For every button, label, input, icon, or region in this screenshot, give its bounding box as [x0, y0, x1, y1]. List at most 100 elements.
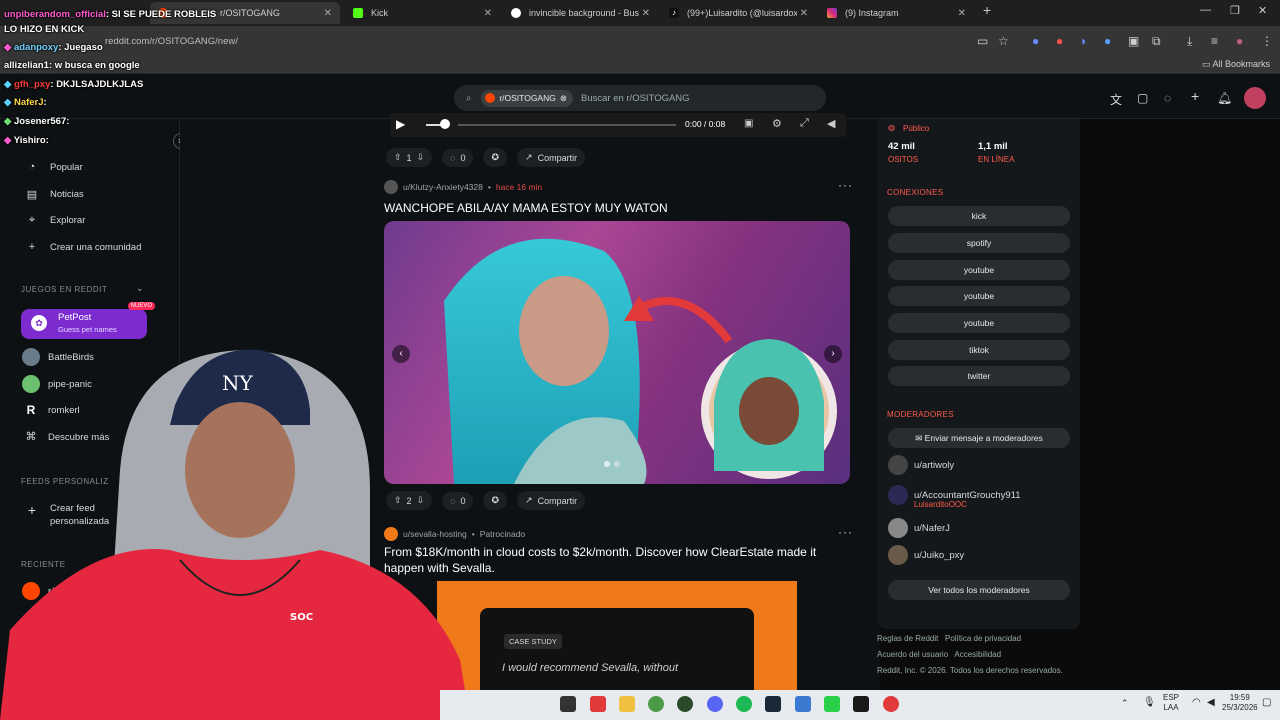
link-youtube[interactable]: youtube — [888, 286, 1070, 306]
app-icon[interactable] — [795, 696, 811, 712]
wifi-icon[interactable]: ◠ — [1192, 697, 1201, 708]
create-post-icon[interactable]: + — [1191, 88, 1199, 104]
app-icon[interactable] — [590, 696, 606, 712]
post-title[interactable]: WANCHOPE ABILA/AY MAMA ESTOY MUY WATON — [384, 201, 668, 215]
download-icon[interactable]: ⤓ — [1187, 34, 1192, 49]
search-placeholder: Buscar en r/OSITOGANG — [580, 92, 690, 104]
settings-icon[interactable]: ⚙ — [772, 117, 782, 130]
moderator-item[interactable]: u/NaferJ — [888, 518, 950, 538]
all-bookmarks[interactable]: ▭ All Bookmarks — [1202, 59, 1270, 70]
chat-icon[interactable]: ◌ — [1164, 91, 1171, 105]
volume-icon[interactable]: ◀ — [1207, 697, 1215, 708]
link-spotify[interactable]: spotify — [888, 233, 1070, 253]
app-icon[interactable] — [824, 696, 840, 712]
tab-instagram[interactable]: (9) Instagram ✕ — [819, 2, 974, 24]
post-author[interactable]: u/Klutzy-Anxiety4328 — [403, 182, 483, 192]
play-icon[interactable]: ▶ — [396, 117, 405, 131]
bell-icon[interactable]: 🔔︎ — [1217, 91, 1232, 105]
spotify-icon[interactable] — [736, 696, 752, 712]
extension-icon[interactable]: ● — [1104, 34, 1111, 48]
puzzle-icon[interactable]: ⧉ — [1152, 34, 1161, 49]
chevron-up-icon[interactable]: ⌃ — [1121, 698, 1129, 709]
extension-icon[interactable]: ▣ — [1128, 34, 1139, 48]
extension-icon[interactable]: ● — [1056, 34, 1063, 48]
tab-tiktok[interactable]: ♪ (99+)Luisardito (@luisardox) | T ✕ — [661, 2, 816, 24]
link-tiktok[interactable]: tiktok — [888, 340, 1070, 360]
chevron-down-icon[interactable]: ⌄ — [136, 283, 144, 294]
carousel-next-icon[interactable]: › — [824, 345, 842, 363]
moderator-item[interactable]: u/Juiko_pxy — [888, 545, 964, 565]
volume-icon[interactable]: ◀ — [827, 117, 835, 130]
close-window-icon[interactable]: ✕ — [1258, 4, 1267, 17]
more-options-icon[interactable]: ··· — [838, 178, 853, 192]
mic-icon[interactable]: 🎙︎ — [1143, 697, 1156, 708]
nav-popular[interactable]: ◔ Popular — [26, 161, 83, 173]
fullscreen-icon[interactable]: ⤢ — [800, 117, 809, 130]
footer-link[interactable]: Accesibilidad — [954, 650, 1001, 659]
video-player-controls[interactable]: ▶ 0:00 / 0:08 ▣ ⚙ ⤢ ◀ — [390, 113, 846, 137]
captions-icon[interactable]: ▣ — [744, 118, 753, 129]
profile-icon[interactable]: ● — [1236, 34, 1243, 48]
terminal-icon[interactable] — [853, 696, 869, 712]
avatar[interactable] — [1244, 87, 1266, 109]
link-youtube[interactable]: youtube — [888, 260, 1070, 280]
translate-icon[interactable]: 文 — [1110, 91, 1122, 108]
notification-icon[interactable]: ▢ — [1262, 697, 1271, 708]
share-button[interactable]: ↗ Compartir — [517, 148, 586, 167]
link-twitter[interactable]: twitter — [888, 366, 1070, 386]
folder-icon[interactable] — [619, 696, 635, 712]
seek-bar[interactable] — [458, 124, 676, 126]
menu-icon[interactable]: ⋮ — [1261, 34, 1273, 48]
footer-link[interactable]: Acuerdo del usuario — [877, 650, 948, 659]
message-mods-button[interactable]: ✉ Enviar mensaje a moderadores — [888, 428, 1070, 448]
link-youtube[interactable]: youtube — [888, 313, 1070, 333]
volume-handle[interactable] — [440, 119, 450, 129]
close-icon[interactable]: ✕ — [484, 8, 492, 19]
search-bar[interactable]: ⌕ r/OSITOGANG ⊗ Buscar en r/OSITOGANG — [454, 85, 826, 111]
award-button[interactable]: ✪ — [483, 148, 508, 167]
extension-icon[interactable]: ● — [1032, 34, 1039, 48]
view-all-mods-button[interactable]: Ver todos los moderadores — [888, 580, 1070, 600]
footer-link[interactable]: Política de privacidad — [945, 634, 1021, 643]
new-tab-icon[interactable]: + — [983, 2, 991, 18]
chrome-icon[interactable] — [648, 696, 664, 712]
moderator-item[interactable]: u/artiwoly — [888, 455, 954, 475]
steam-icon[interactable] — [765, 696, 781, 712]
footer-link[interactable]: Reglas de Reddit — [877, 634, 938, 643]
chip-remove-icon[interactable]: ⊗ — [560, 93, 567, 104]
more-options-icon[interactable]: ··· — [838, 525, 853, 539]
downvote-icon[interactable]: ⇩ — [417, 152, 425, 163]
media-icon[interactable]: ≡ — [1211, 34, 1218, 48]
app-icon[interactable] — [560, 696, 576, 712]
language-indicator[interactable]: ESP LAA — [1163, 693, 1179, 713]
nav-news[interactable]: ▤ Noticias — [26, 188, 84, 201]
clock[interactable]: 19:59 25/3/2026 — [1222, 693, 1258, 713]
app-icon[interactable] — [677, 696, 693, 712]
discord-icon[interactable] — [707, 696, 723, 712]
extension-icon[interactable]: ◗ — [1080, 34, 1087, 48]
star-icon[interactable]: ☆ — [998, 34, 1009, 48]
ad-image[interactable]: CASE STUDY I would recommend Sevalla, wi… — [437, 581, 797, 691]
nav-create-community[interactable]: + Crear una comunidad — [26, 241, 142, 253]
comments-button[interactable]: ◌ 0 — [442, 148, 474, 167]
upvote-icon[interactable]: ⇧ — [394, 152, 402, 163]
restore-icon[interactable]: ❐ — [1230, 4, 1240, 17]
community-chip[interactable]: r/OSITOGANG ⊗ — [481, 89, 573, 107]
tab-kick[interactable]: Kick ✕ — [345, 2, 500, 24]
close-icon[interactable]: ✕ — [324, 8, 332, 19]
tab-google[interactable]: invincible background - Buscar ✕ — [503, 2, 658, 24]
close-icon[interactable]: ✕ — [642, 8, 650, 19]
cast-icon[interactable]: ▭ — [977, 34, 988, 48]
nav-explore[interactable]: ⌖ Explorar — [26, 214, 85, 227]
ads-icon[interactable]: ▢ — [1137, 91, 1148, 105]
minimize-icon[interactable]: — — [1200, 4, 1211, 16]
obs-icon[interactable] — [883, 696, 899, 712]
avatar[interactable] — [384, 180, 398, 194]
url-field[interactable]: reddit.com/r/OSITOGANG/new/ — [105, 36, 238, 47]
avatar — [888, 545, 908, 565]
link-kick[interactable]: kick — [888, 206, 1070, 226]
close-icon[interactable]: ✕ — [958, 8, 966, 19]
close-icon[interactable]: ✕ — [800, 8, 808, 19]
share-button[interactable]: ↗ Compartir — [517, 491, 586, 510]
award-button[interactable]: ✪ — [483, 491, 508, 510]
